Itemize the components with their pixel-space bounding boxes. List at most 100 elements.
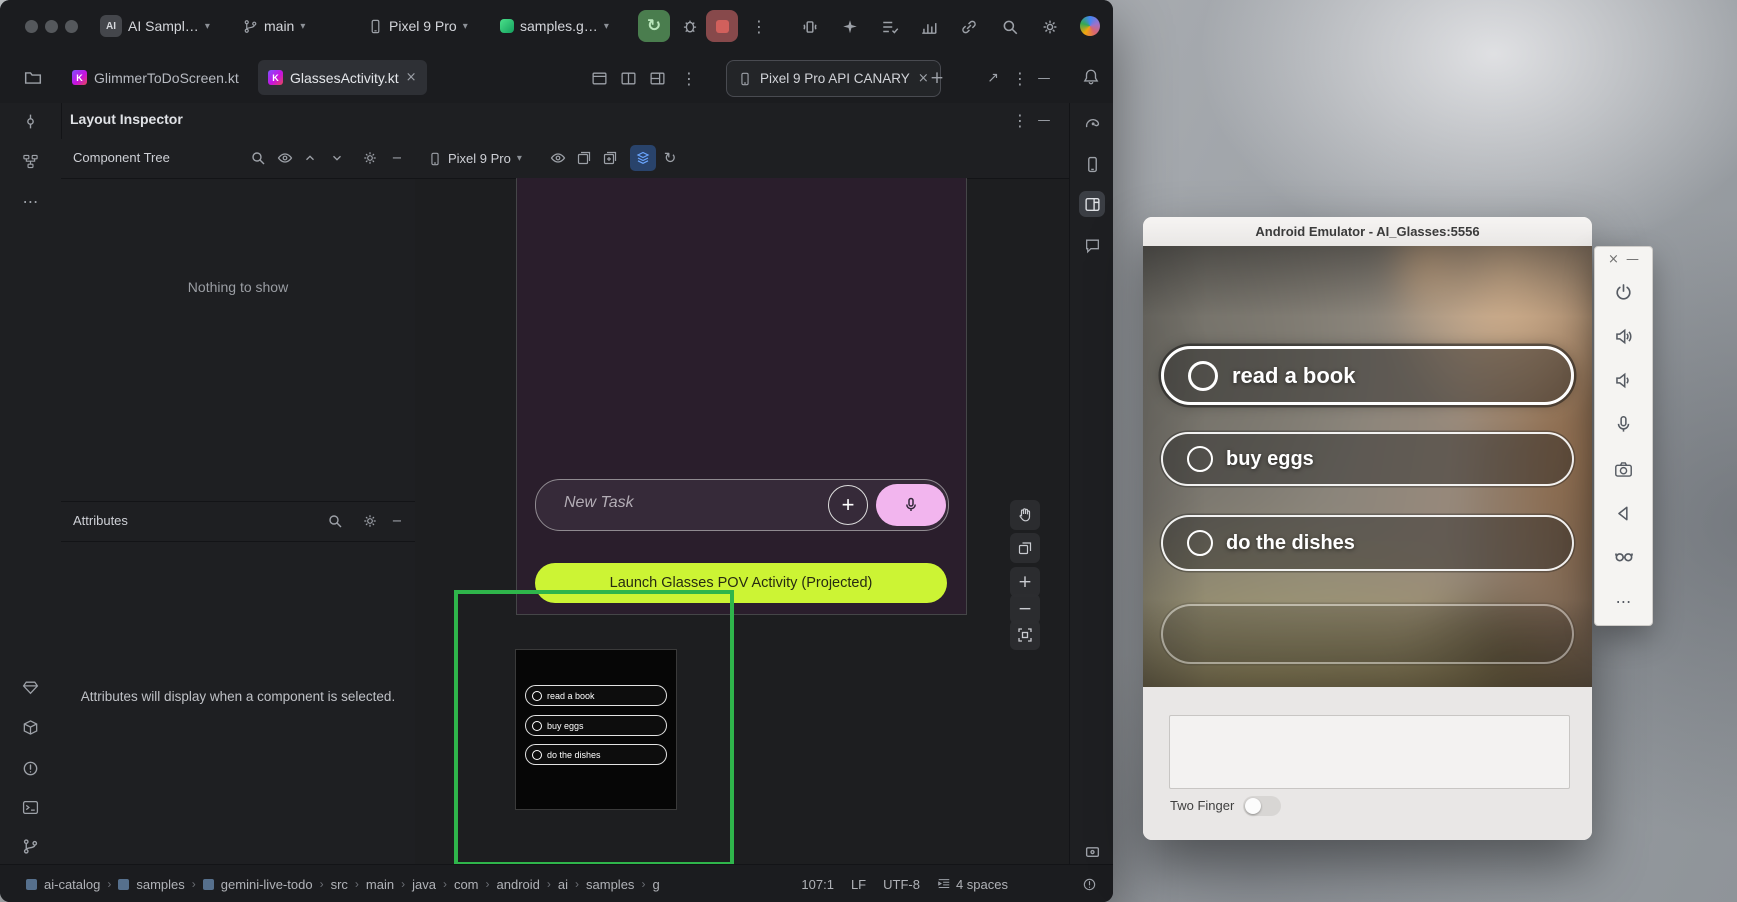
attributes-settings-button[interactable]: [359, 510, 381, 532]
back-button[interactable]: [1612, 501, 1636, 525]
zoom-to-fit-button[interactable]: [1010, 620, 1040, 650]
new-task-field[interactable]: New Task +: [535, 479, 949, 531]
close-window-button[interactable]: [25, 20, 38, 33]
zoom-window-button[interactable]: [65, 20, 78, 33]
camera-button[interactable]: [1612, 457, 1636, 481]
line-ending[interactable]: LF: [851, 877, 866, 892]
tree-search-button[interactable]: [247, 147, 269, 169]
glasses-mode-button[interactable]: [1612, 544, 1636, 568]
run-more-options-button[interactable]: ⋮: [748, 15, 770, 37]
pan-mode-button[interactable]: [1010, 500, 1040, 530]
indent-widget[interactable]: 4 spaces: [937, 877, 1008, 892]
run-config-selector[interactable]: samples.g… ▾: [500, 0, 609, 52]
build-tool-button[interactable]: [18, 714, 44, 740]
stop-button[interactable]: [706, 10, 738, 42]
canvas-visibility-button[interactable]: [547, 147, 569, 169]
add-task-button[interactable]: +: [828, 485, 868, 525]
caret-position[interactable]: 107:1: [801, 877, 834, 892]
hide-tool-window-button[interactable]: —: [1033, 67, 1055, 89]
run-tasks-button[interactable]: [879, 16, 901, 38]
attributes-minimize-button[interactable]: −: [386, 510, 408, 532]
todo-item-read-a-book[interactable]: read a book: [1161, 346, 1574, 405]
running-devices-button[interactable]: [1079, 191, 1105, 217]
breadcrumb-item[interactable]: android: [497, 877, 540, 892]
breadcrumb-item[interactable]: ai: [558, 877, 568, 892]
tree-minimize-button[interactable]: −: [386, 147, 408, 169]
breadcrumb-item[interactable]: samples: [136, 877, 184, 892]
emulator-titlebar[interactable]: Android Emulator - AI_Glasses:5556: [1143, 217, 1592, 247]
editor-view-button[interactable]: [588, 67, 610, 89]
open-in-window-button[interactable]: ↗: [982, 67, 1004, 89]
panel-minimize-button[interactable]: —: [1033, 109, 1055, 131]
tree-settings-button[interactable]: [359, 147, 381, 169]
editor-more-options-button[interactable]: ⋮: [678, 67, 700, 89]
search-everywhere-button[interactable]: [999, 16, 1021, 38]
breadcrumb-item[interactable]: ai-catalog: [44, 877, 100, 892]
emulator-minimize-button[interactable]: —: [1626, 252, 1639, 267]
minimize-window-button[interactable]: [45, 20, 58, 33]
add-snapshot-button[interactable]: [599, 147, 621, 169]
settings-button[interactable]: [1039, 16, 1061, 38]
branch-selector[interactable]: main ▾: [243, 0, 305, 52]
breadcrumb-item[interactable]: gemini-live-todo: [221, 877, 313, 892]
device-manager-button[interactable]: [1079, 151, 1105, 177]
titlebar[interactable]: AI AI Sampl… ▾ main ▾ Pixel 9 Pro ▾ samp…: [0, 0, 1113, 53]
glasses-camera-view[interactable]: read a book buy eggs do the dishes: [1143, 246, 1592, 687]
more-tools-button[interactable]: ⋯: [18, 188, 44, 214]
voice-input-button[interactable]: [876, 484, 946, 526]
notifications-button[interactable]: [1080, 66, 1102, 88]
todo-item-partial[interactable]: [1161, 604, 1574, 664]
file-encoding[interactable]: UTF-8: [883, 877, 920, 892]
project-selector[interactable]: AI AI Sampl… ▾: [100, 0, 210, 52]
structure-tool-button[interactable]: [18, 148, 44, 174]
commit-tool-button[interactable]: [18, 108, 44, 134]
grid-view-button[interactable]: [646, 67, 668, 89]
expand-all-button[interactable]: [326, 147, 348, 169]
toggle-3d-mode-button[interactable]: [630, 145, 656, 171]
problems-tool-button[interactable]: [18, 755, 44, 781]
todo-item-do-the-dishes[interactable]: do the dishes: [1161, 515, 1574, 571]
running-device-tab[interactable]: Pixel 9 Pro API CANARY ×: [726, 60, 941, 97]
app-screen-render[interactable]: New Task + Launch Glasses POV Activity (…: [517, 178, 966, 614]
emulator-panel-button[interactable]: [1079, 838, 1105, 864]
gradle-tool-button[interactable]: [1079, 111, 1105, 137]
canvas-device-selector[interactable]: Pixel 9 Pro ▾: [428, 139, 522, 178]
emulator-more-button[interactable]: ⋯: [1612, 589, 1636, 613]
inspections-widget-icon[interactable]: [1082, 877, 1097, 892]
tab-glasses-activity[interactable]: K GlassesActivity.kt ×: [258, 60, 427, 95]
app-insights-button[interactable]: [1079, 232, 1105, 258]
rerun-button[interactable]: ↻: [638, 10, 670, 42]
emulator-close-button[interactable]: ×: [1608, 252, 1619, 267]
gemini-profile-button[interactable]: [1079, 15, 1101, 37]
breadcrumb-item[interactable]: java: [412, 877, 436, 892]
device-screen-render[interactable]: New Task + Launch Glasses POV Activity (…: [415, 178, 1069, 864]
breadcrumb-item[interactable]: samples: [586, 877, 634, 892]
debug-button[interactable]: [679, 15, 701, 37]
collapse-all-button[interactable]: [299, 147, 321, 169]
version-control-tool-button[interactable]: [18, 833, 44, 859]
microphone-button[interactable]: [1612, 412, 1636, 436]
split-view-button[interactable]: [617, 67, 639, 89]
todo-item-buy-eggs[interactable]: buy eggs: [1161, 432, 1574, 486]
device-mirroring-button[interactable]: [799, 16, 821, 38]
two-finger-toggle[interactable]: [1243, 796, 1281, 816]
layers-button[interactable]: [1010, 533, 1040, 563]
attributes-search-button[interactable]: [324, 510, 346, 532]
code-assist-button[interactable]: [839, 16, 861, 38]
breadcrumb-item[interactable]: com: [454, 877, 479, 892]
new-tab-button[interactable]: +: [926, 67, 948, 89]
zoom-in-button[interactable]: +: [1010, 567, 1040, 597]
breadcrumb-item[interactable]: g: [652, 877, 659, 892]
volume-down-button[interactable]: [1612, 368, 1636, 392]
tool-window-options-button[interactable]: ⋮: [1009, 67, 1031, 89]
breadcrum-item[interactable]: main: [366, 877, 394, 892]
power-button[interactable]: [1612, 280, 1636, 304]
attach-link-button[interactable]: [958, 16, 980, 38]
volume-up-button[interactable]: [1612, 324, 1636, 348]
services-tool-button[interactable]: [18, 674, 44, 700]
breadcrumb-item[interactable]: src: [331, 877, 348, 892]
touchpad-area[interactable]: [1169, 715, 1570, 789]
terminal-tool-button[interactable]: [18, 794, 44, 820]
tab-glimmer-todo-screen[interactable]: K GlimmerToDoScreen.kt: [62, 60, 249, 95]
close-icon[interactable]: ×: [406, 70, 417, 85]
